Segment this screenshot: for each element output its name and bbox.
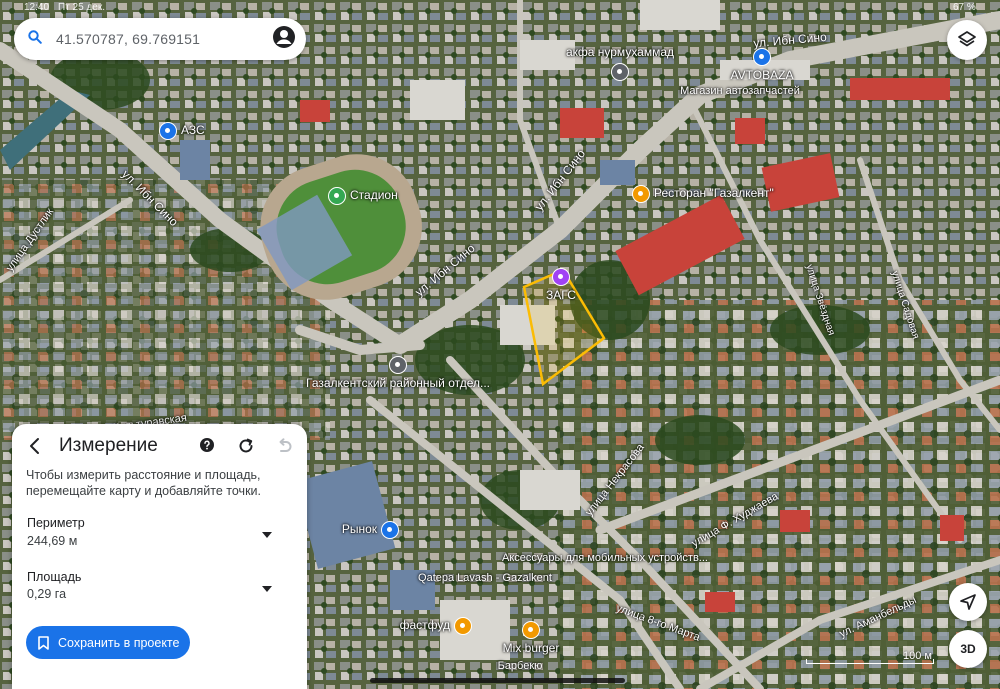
marker-glyph <box>558 274 563 279</box>
home-indicator <box>370 678 625 683</box>
perimeter-value: 244,69 м <box>27 534 78 548</box>
area-label: Площадь <box>27 570 82 584</box>
place-label[interactable]: Mix burger <box>503 641 560 655</box>
place-label[interactable]: AVTOBAZA <box>731 68 794 82</box>
panel-title: Измерение <box>59 435 158 456</box>
place-label[interactable]: фастфуд <box>400 618 450 632</box>
help-icon[interactable] <box>200 438 214 457</box>
stadium-icon[interactable] <box>328 187 346 205</box>
marker-glyph <box>638 191 643 196</box>
place-label[interactable]: Магазин автозапчастей <box>680 85 800 97</box>
rings-icon[interactable] <box>552 268 570 286</box>
fuel-icon[interactable] <box>159 122 177 140</box>
search-query[interactable]: 41.570787, 69.769151 <box>56 31 272 47</box>
marker-glyph <box>387 527 392 532</box>
restaurant-icon[interactable] <box>454 617 472 635</box>
place-label[interactable]: АЗС <box>181 123 205 137</box>
shop-icon[interactable] <box>753 48 771 66</box>
place-label[interactable]: Газалкентский районный отдел... <box>306 376 490 390</box>
scale-bar <box>806 659 934 664</box>
marker-glyph <box>395 362 400 367</box>
pin-icon[interactable] <box>389 356 407 374</box>
place-label[interactable]: Рынок <box>342 522 377 536</box>
undo-icon[interactable] <box>275 437 293 460</box>
status-battery: 67 % <box>953 2 976 13</box>
marker-glyph <box>460 623 465 628</box>
perimeter-label: Периметр <box>27 516 85 530</box>
place-label[interactable]: акфа нурмухаммад <box>566 45 674 59</box>
3d-button[interactable]: 3D <box>949 630 987 668</box>
measure-hint: Чтобы измерить расстояние и площадь, пер… <box>26 468 261 498</box>
bookmark-icon <box>38 635 49 650</box>
save-in-project-button[interactable]: Сохранить в проекте <box>26 626 190 659</box>
search-bar[interactable]: 41.570787, 69.769151 <box>14 18 306 60</box>
search-icon[interactable] <box>28 29 42 49</box>
restaurant-icon[interactable] <box>522 621 540 639</box>
layers-button[interactable] <box>947 20 987 60</box>
back-arrow-icon[interactable] <box>24 435 46 462</box>
status-date: Пт 25 дек. <box>58 2 105 13</box>
restaurant-icon[interactable] <box>632 185 650 203</box>
marker-glyph <box>165 128 170 133</box>
marker-glyph <box>528 627 533 632</box>
pin-icon[interactable] <box>611 63 629 81</box>
place-label[interactable]: Ресторан "Газалкент" <box>654 186 774 200</box>
cart-icon[interactable] <box>381 521 399 539</box>
place-label[interactable]: Барбекю <box>498 660 543 672</box>
place-label[interactable]: Стадион <box>350 188 398 202</box>
map-scale: 100 м <box>806 650 934 668</box>
place-label[interactable]: ЗАГС <box>546 288 576 302</box>
status-time: 12:40 <box>24 2 50 13</box>
marker-glyph <box>334 193 339 198</box>
measure-panel: Измерение Чтобы измерить расстояние и пл… <box>12 424 307 689</box>
navigation-arrow-icon <box>960 594 976 610</box>
my-location-button[interactable] <box>949 583 987 621</box>
marker-glyph <box>759 54 764 59</box>
place-label[interactable]: Аксессуары для мобильных устройств... <box>502 552 708 564</box>
perimeter-dropdown-icon[interactable] <box>262 525 272 543</box>
place-label[interactable]: Qatepa Lavash - Gazalkent <box>418 572 552 584</box>
area-value: 0,29 га <box>27 587 67 601</box>
layers-icon <box>958 31 976 47</box>
account-icon[interactable] <box>272 25 296 54</box>
area-dropdown-icon[interactable] <box>262 579 272 597</box>
refresh-icon[interactable] <box>237 437 255 460</box>
save-button-label: Сохранить в проекте <box>58 635 180 650</box>
marker-glyph <box>617 69 622 74</box>
